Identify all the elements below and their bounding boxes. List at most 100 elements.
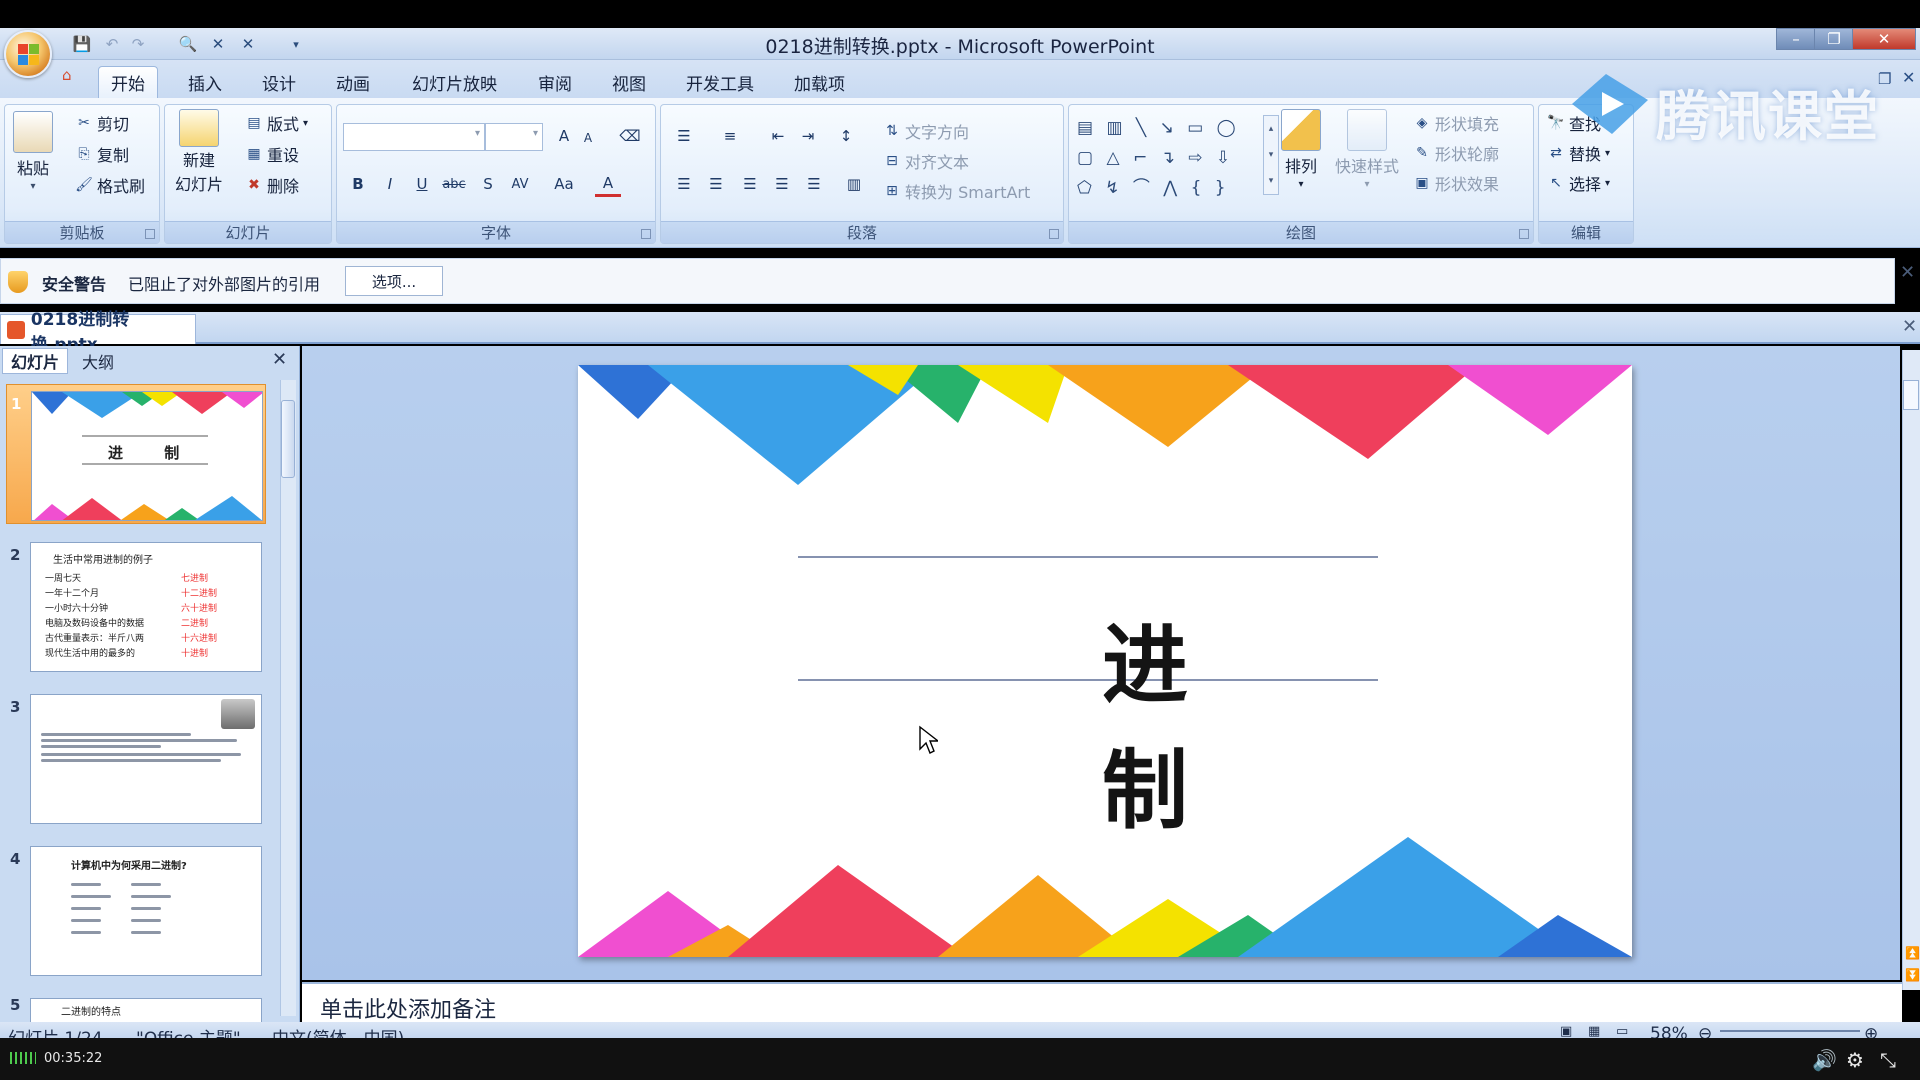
- watermark-text: 腾讯课堂: [1656, 85, 1880, 148]
- align-text-button[interactable]: ⊟ 对齐文本: [883, 149, 969, 173]
- minimize-button[interactable]: –: [1776, 28, 1816, 50]
- security-bar-close-icon[interactable]: ✕: [1900, 262, 1915, 283]
- select-button[interactable]: ↖ 选择 ▾: [1547, 171, 1610, 195]
- justify-icon[interactable]: ☰: [769, 171, 795, 197]
- tab-developer[interactable]: 开发工具: [674, 66, 766, 98]
- clear-format-icon[interactable]: ✕: [236, 33, 260, 55]
- canvas-scrollbar[interactable]: ⏫ ⏬: [1902, 350, 1920, 990]
- font-launcher-icon[interactable]: [641, 229, 651, 239]
- undo-icon[interactable]: ↶: [100, 33, 124, 55]
- copy-button[interactable]: ⎘ 复制: [75, 142, 129, 166]
- font-size-combo[interactable]: ▾: [485, 123, 543, 151]
- italic-button[interactable]: I: [377, 171, 403, 197]
- smartart-button[interactable]: ⊞ 转换为 SmartArt: [883, 179, 1030, 203]
- document-close-icon[interactable]: ✕: [1902, 316, 1917, 337]
- save-icon[interactable]: 💾: [70, 33, 94, 55]
- tab-animations[interactable]: 动画: [324, 66, 382, 98]
- slide-sorter-icon[interactable]: ▦: [1588, 1024, 1600, 1039]
- notes-placeholder[interactable]: 单击此处添加备注: [320, 992, 496, 1024]
- tab-design[interactable]: 设计: [250, 66, 308, 98]
- next-slide-icon[interactable]: ⏬: [1905, 968, 1920, 982]
- help-app-icon[interactable]: ⌂: [62, 66, 86, 90]
- text-direction-button[interactable]: ⇅ 文字方向: [883, 119, 969, 143]
- bullets-icon[interactable]: ☰: [671, 123, 697, 149]
- shrink-font-button[interactable]: A: [575, 125, 601, 151]
- paragraph-launcher-icon[interactable]: [1049, 229, 1059, 239]
- tab-review[interactable]: 审阅: [526, 66, 584, 98]
- slide-thumbnail-3[interactable]: 3: [6, 688, 266, 828]
- tab-add-ins[interactable]: 加载项: [782, 66, 857, 98]
- underline-button[interactable]: U: [409, 171, 435, 197]
- tab-slides[interactable]: 幻灯片: [2, 348, 68, 374]
- increase-indent-icon[interactable]: ⇥: [795, 123, 821, 149]
- print-preview-icon[interactable]: 🔍: [176, 33, 200, 55]
- normal-view-icon[interactable]: ▣: [1560, 1024, 1572, 1039]
- change-case-button[interactable]: Aa: [551, 171, 577, 197]
- reset-button[interactable]: ▦ 重设: [245, 142, 299, 166]
- bold-button[interactable]: B: [345, 171, 371, 197]
- arrange-button[interactable]: 排列 ▾: [1281, 109, 1321, 190]
- office-button[interactable]: [4, 30, 52, 78]
- previous-slide-icon[interactable]: ⏫: [1905, 946, 1920, 960]
- slide-thumbnail-4[interactable]: 4 计算机中为何采用二进制?: [6, 840, 266, 980]
- zoom-slider[interactable]: [1720, 1030, 1860, 1032]
- thumbnail-title: 进 制: [108, 444, 198, 462]
- strikethrough-button[interactable]: abc: [441, 171, 467, 197]
- slide-title[interactable]: 进制: [905, 595, 1385, 845]
- settings-gear-icon[interactable]: ⚙: [1846, 1048, 1864, 1072]
- notes-pane[interactable]: [302, 982, 1902, 1022]
- security-options-button[interactable]: 选项...: [345, 266, 443, 296]
- tab-view[interactable]: 视图: [600, 66, 658, 98]
- quick-styles-button[interactable]: 快速样式 ▾: [1335, 109, 1399, 190]
- tab-outline[interactable]: 大纲: [74, 348, 138, 374]
- new-slide-button[interactable]: 新建 幻灯片: [175, 109, 223, 195]
- redo-icon[interactable]: ↷: [126, 33, 150, 55]
- numbering-icon[interactable]: ≡: [717, 123, 743, 149]
- volume-icon[interactable]: 🔊: [1812, 1048, 1837, 1072]
- pane-close-icon[interactable]: ✕: [272, 349, 287, 370]
- customize-qat-icon[interactable]: ▾: [284, 33, 308, 55]
- character-spacing-button[interactable]: AV: [507, 171, 533, 197]
- cut-button[interactable]: ✂ 剪切: [75, 111, 129, 135]
- paste-button[interactable]: 粘贴 ▾: [13, 111, 53, 192]
- format-painter-button[interactable]: 🖌 格式刷: [75, 173, 145, 197]
- canvas-scroll-thumb[interactable]: [1903, 380, 1919, 410]
- fullscreen-exit-icon[interactable]: ⤡: [1880, 1048, 1896, 1072]
- decrease-indent-icon[interactable]: ⇤: [765, 123, 791, 149]
- align-center-icon[interactable]: ☰: [703, 171, 729, 197]
- drawing-launcher-icon[interactable]: [1519, 229, 1529, 239]
- clear-icon[interactable]: ✕: [206, 33, 230, 55]
- clear-formatting-icon[interactable]: ⌫: [617, 123, 643, 149]
- slide-thumbnail-2[interactable]: 2 生活中常用进制的例子 一周七天 七进制 一年十二个月 十二进制 一小时六十分…: [6, 536, 266, 676]
- replace-button[interactable]: ⇄ 替换 ▾: [1547, 141, 1610, 165]
- align-left-icon[interactable]: ☰: [671, 171, 697, 197]
- slides-pane-scroll-thumb[interactable]: [281, 400, 295, 478]
- font-name-combo[interactable]: ▾: [343, 123, 485, 151]
- clipboard-launcher-icon[interactable]: [145, 229, 155, 239]
- grow-font-button[interactable]: A: [551, 123, 577, 149]
- columns-icon[interactable]: ▥: [841, 171, 867, 197]
- delete-slide-button[interactable]: ✖ 删除: [245, 173, 299, 197]
- ribbon-close-icon[interactable]: ✕: [1902, 68, 1915, 87]
- line-spacing-icon[interactable]: ↕: [833, 123, 859, 149]
- slide-thumbnail-5[interactable]: 5 二进制的特点: [6, 992, 266, 1022]
- shape-outline-button[interactable]: ✎ 形状轮廓: [1413, 141, 1499, 165]
- font-color-button[interactable]: A: [595, 171, 621, 197]
- restore-button[interactable]: ❐: [1814, 28, 1854, 50]
- close-button[interactable]: ✕: [1852, 28, 1916, 50]
- shapes-gallery-scroll[interactable]: ▴ ▾ ▾: [1263, 115, 1279, 195]
- shape-fill-button[interactable]: ◈ 形状填充: [1413, 111, 1499, 135]
- shape-effects-button[interactable]: ▣ 形状效果: [1413, 171, 1499, 195]
- slide-thumbnail-1[interactable]: 1 进 制: [6, 384, 266, 524]
- text-shadow-button[interactable]: S: [475, 171, 501, 197]
- align-right-icon[interactable]: ☰: [737, 171, 763, 197]
- ribbon-restore-icon[interactable]: ❐: [1878, 70, 1891, 88]
- tab-insert[interactable]: 插入: [176, 66, 234, 98]
- tab-home[interactable]: 开始: [98, 66, 158, 98]
- document-tab[interactable]: 0218进制转换.pptx: [0, 310, 196, 355]
- layout-button[interactable]: ▤ 版式 ▾: [245, 111, 308, 135]
- distributed-icon[interactable]: ☰: [801, 171, 827, 197]
- slide-show-icon[interactable]: ▭: [1616, 1024, 1628, 1039]
- shapes-gallery[interactable]: ▤ ▥ ╲ ↘ ▭ ◯ ▢ △ ⌐ ↴ ⇨ ⇩ ⬠ ↯ ⌒ ⋀ { }: [1077, 113, 1263, 209]
- tab-slide-show[interactable]: 幻灯片放映: [400, 66, 509, 98]
